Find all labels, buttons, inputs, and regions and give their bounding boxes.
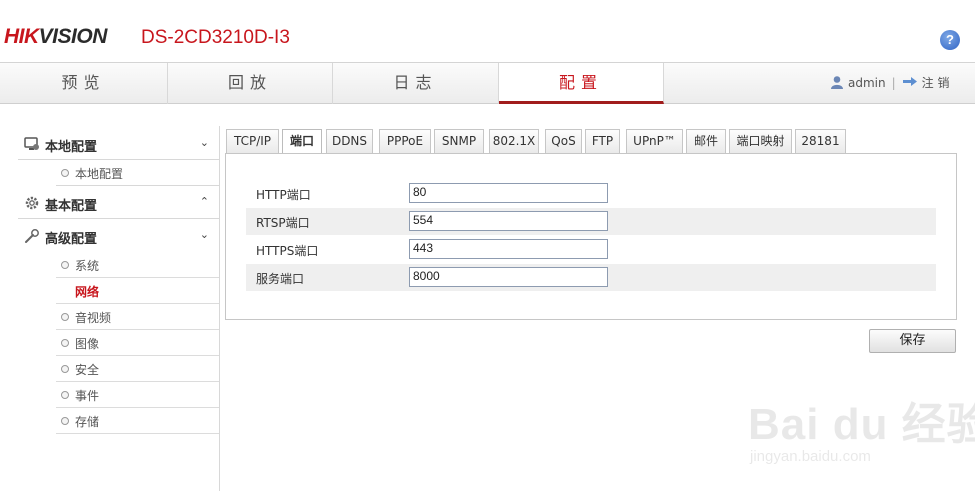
sidebar-item-label: 音视频 <box>75 311 112 325</box>
server-port-label: 服务端口 <box>256 272 305 286</box>
https-port-input[interactable]: 443 <box>409 239 608 259</box>
sidebar-item-events[interactable]: 事件 <box>56 382 219 408</box>
sidebar-item-audio-video[interactable]: 音视频 <box>56 304 219 330</box>
rtsp-port-input[interactable]: 554 <box>409 211 608 231</box>
wrench-icon <box>25 229 39 243</box>
sidebar-item-security[interactable]: 安全 <box>56 356 219 382</box>
sidebar: 本地配置 ⌄ 本地配置 基本配置 ⌃ 高级配置 ⌄ 系统 网络 音视频 图像 安… <box>18 127 219 434</box>
port-row-server: 服务端口 8000 <box>246 264 936 291</box>
tab-ftp[interactable]: FTP <box>585 129 620 154</box>
chevron-up-icon[interactable]: ⌃ <box>200 195 209 208</box>
sidebar-group-label: 高级配置 <box>45 232 98 247</box>
user-separator: | <box>891 76 896 90</box>
sidebar-item-network[interactable]: 网络 <box>56 278 219 304</box>
save-button[interactable]: 保存 <box>869 329 956 353</box>
bullet-icon <box>61 365 69 373</box>
sidebar-item-label: 存储 <box>75 415 100 429</box>
user-area: admin | 注 销 <box>830 63 949 104</box>
tab-pppoe[interactable]: PPPoE <box>379 129 431 154</box>
sidebar-item-label: 图像 <box>75 337 100 351</box>
main-nav: 预览 回放 日志 配置 admin | 注 销 <box>0 62 975 104</box>
watermark-main: Bai du 经验 <box>748 400 975 449</box>
username[interactable]: admin <box>848 76 886 90</box>
user-icon <box>831 76 843 89</box>
monitor-icon <box>24 137 39 150</box>
header: HIKVISION DS-2CD3210D-I3 ? <box>0 0 975 62</box>
http-port-label: HTTP端口 <box>256 188 311 202</box>
chevron-down-icon[interactable]: ⌄ <box>200 136 209 149</box>
tab-upnp[interactable]: UPnP™ <box>626 129 683 154</box>
rtsp-port-label: RTSP端口 <box>256 216 310 230</box>
tab-qos[interactable]: QoS <box>545 129 582 154</box>
tab-snmp[interactable]: SNMP <box>434 129 484 154</box>
tab-28181[interactable]: 28181 <box>795 129 846 154</box>
tab-tcp-ip[interactable]: TCP/IP <box>226 129 279 154</box>
sidebar-group-label: 本地配置 <box>45 140 98 155</box>
logout-icon[interactable] <box>902 76 918 88</box>
sidebar-item-label: 系统 <box>75 259 100 273</box>
https-port-label: HTTPS端口 <box>256 244 319 258</box>
sidebar-item-label: 本地配置 <box>75 167 124 181</box>
logout-link[interactable]: 注 销 <box>922 76 950 90</box>
sidebar-item-image[interactable]: 图像 <box>56 330 219 356</box>
device-model: DS-2CD3210D-I3 <box>141 27 290 48</box>
sidebar-divider <box>219 126 220 491</box>
server-port-input[interactable]: 8000 <box>409 267 608 287</box>
hikvision-logo: HIKVISION <box>4 25 107 48</box>
sidebar-item-system[interactable]: 系统 <box>56 252 219 278</box>
tab-email[interactable]: 邮件 <box>686 129 726 154</box>
nav-tab-log[interactable]: 日志 <box>333 63 499 104</box>
bullet-icon <box>61 313 69 321</box>
port-settings-panel: HTTP端口 80 RTSP端口 554 HTTPS端口 443 服务端口 80… <box>225 153 957 320</box>
tab-port[interactable]: 端口 <box>282 129 322 155</box>
sidebar-item-label: 事件 <box>75 389 100 403</box>
sidebar-item-storage[interactable]: 存储 <box>56 408 219 434</box>
baidu-watermark: Bai du 经验 jingyan.baidu.com <box>748 388 975 465</box>
port-row-rtsp: RTSP端口 554 <box>246 208 936 235</box>
bullet-icon <box>61 261 69 269</box>
port-row-https: HTTPS端口 443 <box>246 236 936 263</box>
sidebar-item-label: 安全 <box>75 363 100 377</box>
sidebar-group-label: 基本配置 <box>45 199 98 214</box>
sidebar-item-local-config[interactable]: 本地配置 <box>56 160 219 186</box>
nav-tab-preview[interactable]: 预览 <box>0 63 168 104</box>
bullet-icon <box>61 169 69 177</box>
bullet-icon <box>61 417 69 425</box>
tab-port-mapping[interactable]: 端口映射 <box>729 129 792 154</box>
nav-tab-configuration[interactable]: 配置 <box>499 63 664 104</box>
help-icon[interactable]: ? <box>940 30 960 50</box>
http-port-input[interactable]: 80 <box>409 183 608 203</box>
bullet-icon <box>61 339 69 347</box>
chevron-down-icon[interactable]: ⌄ <box>200 228 209 241</box>
tab-ddns[interactable]: DDNS <box>326 129 373 154</box>
nav-tab-playback[interactable]: 回放 <box>168 63 333 104</box>
port-row-http: HTTP端口 80 <box>246 180 936 207</box>
sidebar-group-basic-config[interactable]: 基本配置 ⌃ <box>18 186 219 219</box>
gear-icon <box>25 196 39 210</box>
sidebar-group-local-config[interactable]: 本地配置 ⌄ <box>18 127 219 160</box>
sidebar-item-label: 网络 <box>75 285 100 299</box>
tab-8021x[interactable]: 802.1X <box>489 129 539 154</box>
sidebar-group-advanced-config[interactable]: 高级配置 ⌄ <box>18 219 219 252</box>
bullet-icon <box>61 391 69 399</box>
